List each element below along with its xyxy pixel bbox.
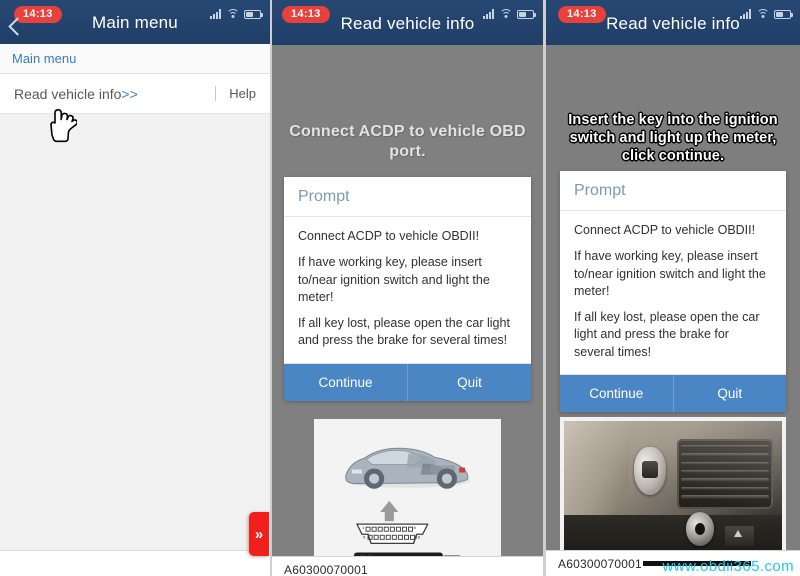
wifi-icon — [756, 9, 769, 19]
svg-text:16: 16 — [416, 534, 421, 539]
phone-screen-main-menu: 14:13 Main menu Main menu Read vehicle i… — [0, 0, 270, 576]
dialog-header: Prompt — [560, 171, 786, 211]
phone-screen-connect-acdp: 14:13 Read vehicle info Connect ACDP to … — [272, 0, 543, 576]
dialog-paragraph: If all key lost, please open the car lig… — [574, 310, 760, 359]
battery-icon — [244, 10, 264, 19]
obd-connection-diagram: 1 8 9 16 — [314, 419, 501, 576]
vertical-divider — [215, 86, 217, 101]
battery-icon — [774, 10, 794, 19]
prompt-dialog: Prompt Connect ACDP to vehicle OBDII! If… — [560, 171, 786, 412]
dialog-body: Connect ACDP to vehicle OBDII! If have w… — [284, 217, 531, 363]
continue-button[interactable]: Continue — [284, 364, 407, 401]
dialog-title: Prompt — [574, 182, 626, 199]
title-bar: 14:13 Read vehicle info — [272, 0, 543, 45]
continue-button[interactable]: Continue — [560, 375, 673, 412]
dialog-header: Prompt — [284, 177, 531, 217]
hand-cursor-icon — [50, 109, 77, 143]
dialog-paragraph: If have working key, please insert to/ne… — [298, 255, 490, 304]
dialog-title: Prompt — [298, 188, 350, 205]
dialog-actions: Continue Quit — [560, 373, 787, 412]
dialog-actions: Continue Quit — [284, 362, 531, 401]
serial-number-bar: A60300070001 — [272, 556, 543, 576]
title-bar: 14:13 Read vehicle info — [546, 0, 800, 45]
serial-number: A60300070001 — [284, 562, 368, 576]
status-icons — [210, 9, 264, 19]
wifi-icon — [226, 9, 239, 19]
breadcrumb-label: Main menu — [12, 51, 77, 66]
status-icons — [740, 9, 794, 19]
panel-body: Connect ACDP to vehicle OBD port. Prompt… — [272, 45, 543, 576]
help-link[interactable]: Help — [229, 86, 256, 101]
title-bar: 14:13 Main menu — [0, 0, 270, 44]
quit-button[interactable]: Quit — [407, 363, 531, 401]
dialog-paragraph: Connect ACDP to vehicle OBDII! — [298, 229, 480, 243]
site-watermark: www.obdii365.com — [662, 558, 794, 575]
dialog-paragraph: Connect ACDP to vehicle OBDII! — [574, 223, 756, 237]
instruction-headline: Connect ACDP to vehicle OBD port. — [289, 123, 526, 160]
panel1-bottom-strip — [0, 550, 270, 576]
floating-side-tab[interactable]: » — [249, 512, 269, 556]
wifi-icon — [499, 9, 512, 19]
dialog-body: Connect ACDP to vehicle OBDII! If have w… — [560, 211, 786, 374]
empty-list-area — [0, 114, 270, 576]
signal-bars-icon — [740, 9, 751, 19]
serial-number-bar: A60300070001 www.obdii365.com — [546, 550, 800, 576]
serial-number-text: A60300070001 — [558, 556, 642, 571]
prompt-dialog: Prompt Connect ACDP to vehicle OBDII! If… — [284, 177, 531, 401]
instruction-headline: Insert the key into the ignition switch … — [568, 112, 778, 165]
obd-diagram-svg: 1 8 9 16 — [318, 423, 497, 576]
battery-icon — [517, 10, 537, 19]
menu-item-chevrons: >> — [121, 85, 138, 102]
menu-item-read-vehicle-info[interactable]: Read vehicle info>> Help — [0, 74, 270, 114]
dialog-paragraph: If all key lost, please open the car lig… — [298, 316, 510, 348]
menu-item-right-group: Help — [215, 86, 256, 101]
signal-bars-icon — [483, 9, 494, 19]
menu-item-text: Read vehicle info — [14, 85, 122, 102]
screenshot-stage: 14:13 Main menu Main menu Read vehicle i… — [0, 0, 800, 576]
status-icons — [483, 9, 537, 19]
breadcrumb[interactable]: Main menu — [0, 44, 270, 74]
quit-button[interactable]: Quit — [672, 374, 787, 412]
dialog-paragraph: If have working key, please insert to/ne… — [574, 249, 766, 298]
signal-bars-icon — [210, 9, 221, 19]
phone-screen-insert-key: 14:13 Read vehicle info Insert the key i… — [546, 0, 800, 576]
menu-item-label: Read vehicle info>> — [14, 86, 138, 102]
double-chevron-right-icon: » — [254, 525, 264, 543]
panel-body: Insert the key into the ignition switch … — [546, 45, 800, 576]
